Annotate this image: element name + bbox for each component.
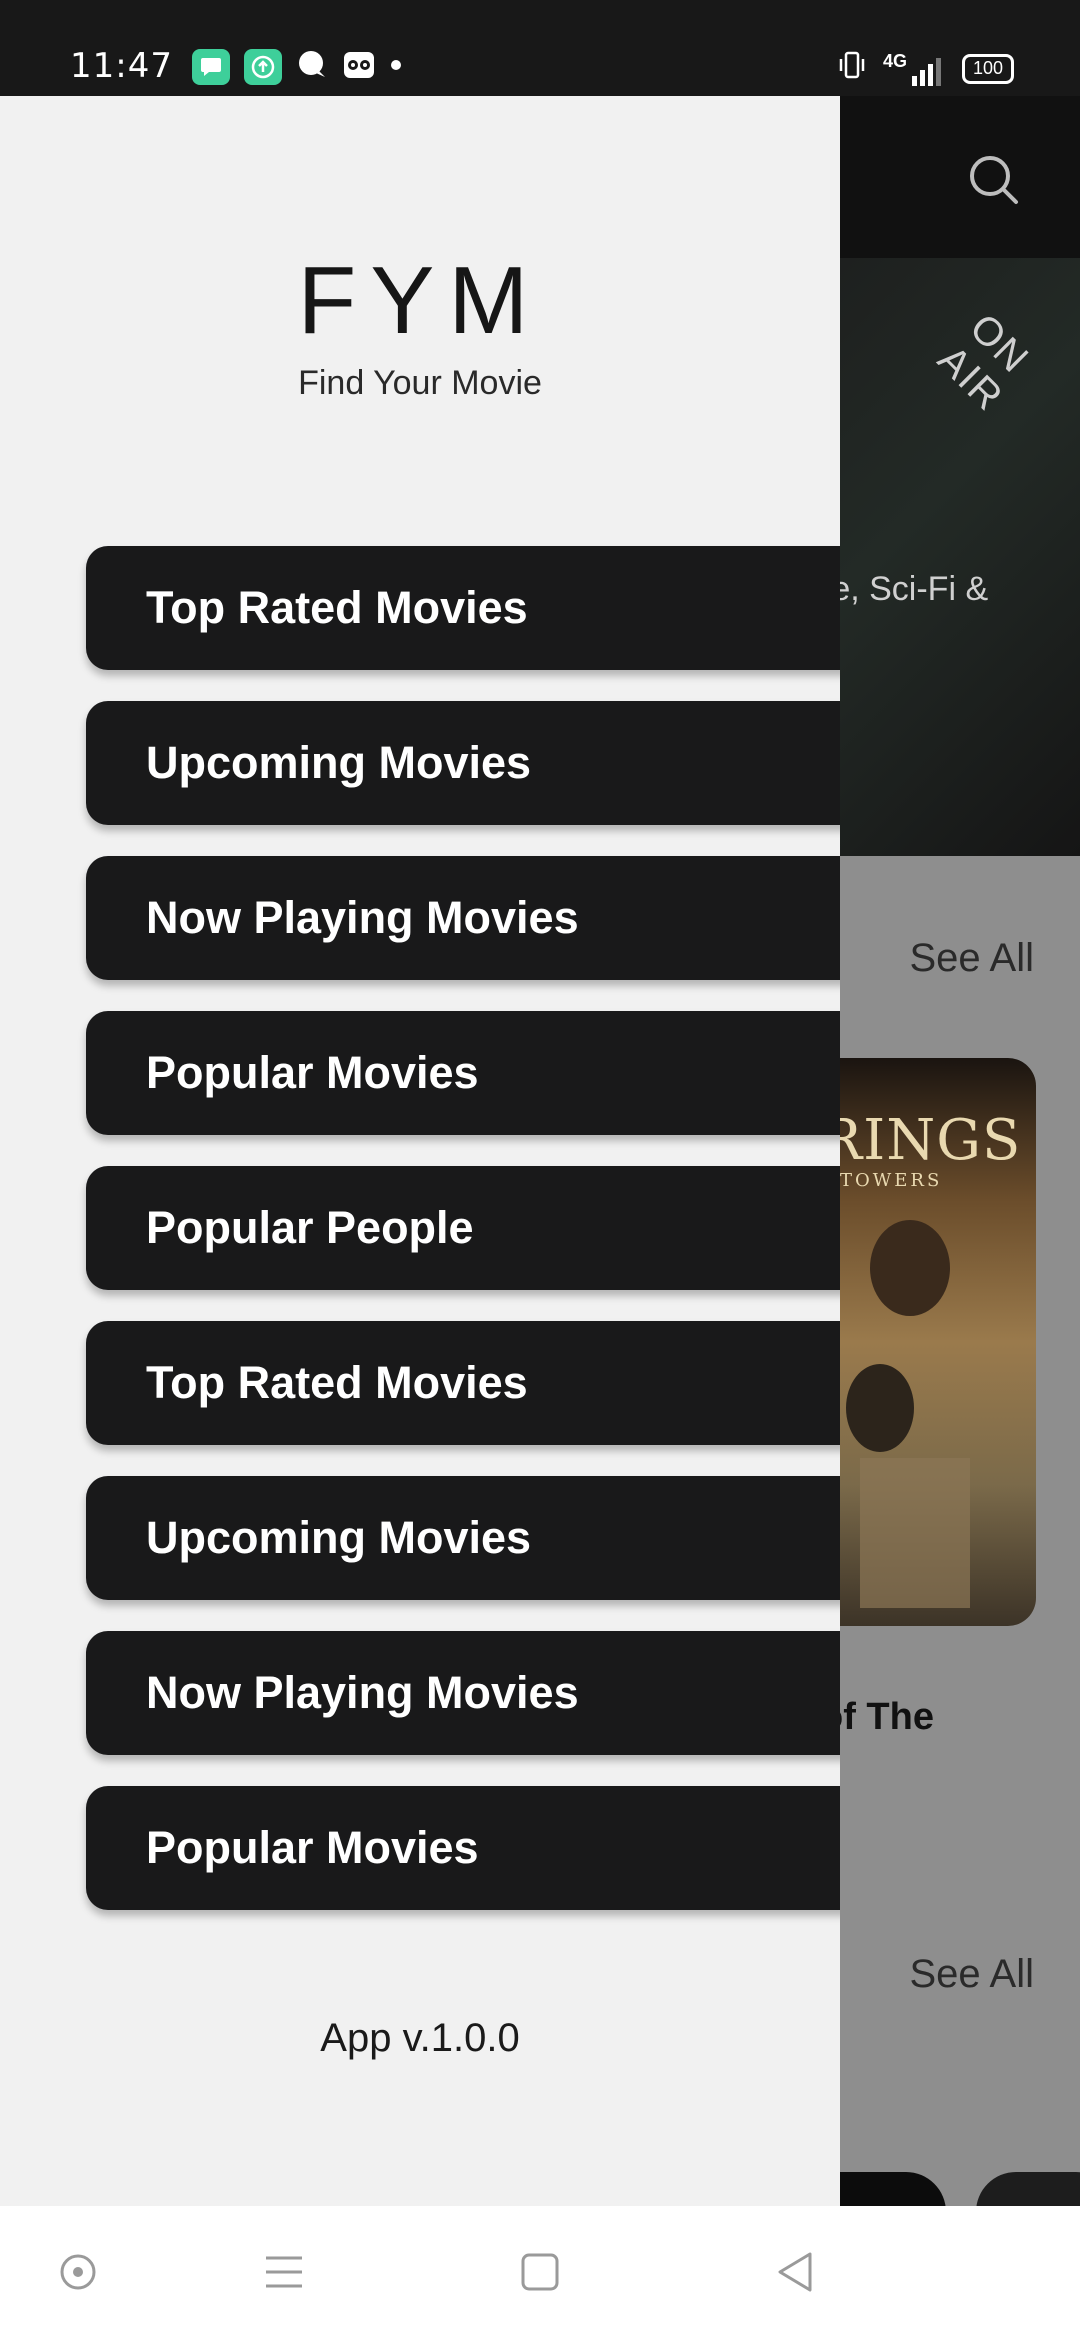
- app-logo-subtitle: Find Your Movie: [298, 364, 542, 402]
- menu-item-popular-movies[interactable]: Popular Movies: [86, 1011, 840, 1135]
- menu-item-top-rated-movies[interactable]: Top Rated Movies: [86, 1321, 840, 1445]
- system-icons: 4G 100: [837, 50, 1014, 87]
- chat-bubble-icon: [296, 48, 328, 85]
- square-recents-icon[interactable]: [518, 2250, 562, 2299]
- notification-icons: [192, 48, 402, 85]
- menu-item-now-playing-movies[interactable]: Now Playing Movies: [86, 856, 840, 980]
- more-notifications-dot-icon: [390, 58, 402, 76]
- back-triangle-icon[interactable]: [774, 2250, 818, 2299]
- status-bar: 11:47 4G 100: [0, 0, 1080, 96]
- hero-genre-text: re, Sci-Fi &: [820, 570, 989, 608]
- menu-item-upcoming-movies[interactable]: Upcoming Movies: [86, 1476, 840, 1600]
- menu-item-now-playing-movies[interactable]: Now Playing Movies: [86, 1631, 840, 1755]
- home-circle-icon[interactable]: [56, 2250, 100, 2299]
- navigation-drawer: FYM Find Your Movie Top Rated Movies Upc…: [0, 96, 840, 2206]
- app-version-label: App v.1.0.0: [320, 2016, 520, 2060]
- message-notification-icon: [192, 48, 230, 85]
- owl-app-icon: [342, 48, 376, 85]
- battery-icon: 100: [962, 53, 1014, 84]
- menu-item-top-rated-movies[interactable]: Top Rated Movies: [86, 546, 840, 670]
- vibrate-icon: [837, 50, 867, 87]
- poster-title-text: RINGS: [820, 1108, 1022, 1173]
- app-logo-title: FYM: [297, 247, 543, 354]
- menu-item-upcoming-movies[interactable]: Upcoming Movies: [86, 701, 840, 825]
- drawer-menu: Top Rated Movies Upcoming Movies Now Pla…: [86, 546, 840, 1941]
- upload-notification-icon: [244, 48, 282, 85]
- see-all-link[interactable]: See All: [909, 936, 1034, 981]
- network-type-label: 4G: [882, 51, 907, 71]
- signal-icon: 4G: [883, 51, 946, 86]
- system-nav-bar: [0, 2206, 1080, 2340]
- menu-item-popular-movies[interactable]: Popular Movies: [86, 1786, 840, 1910]
- see-all-link[interactable]: See All: [909, 1952, 1034, 1997]
- search-icon[interactable]: [966, 152, 1022, 213]
- on-air-badge: ON AIR: [929, 305, 1038, 421]
- poster-subtitle-text: TOWERS: [840, 1170, 943, 1191]
- menu-lines-icon[interactable]: [262, 2250, 306, 2299]
- poster-figures-image: [846, 1220, 970, 1608]
- menu-item-popular-people[interactable]: Popular People: [86, 1166, 840, 1290]
- status-time: 11:47: [70, 46, 173, 86]
